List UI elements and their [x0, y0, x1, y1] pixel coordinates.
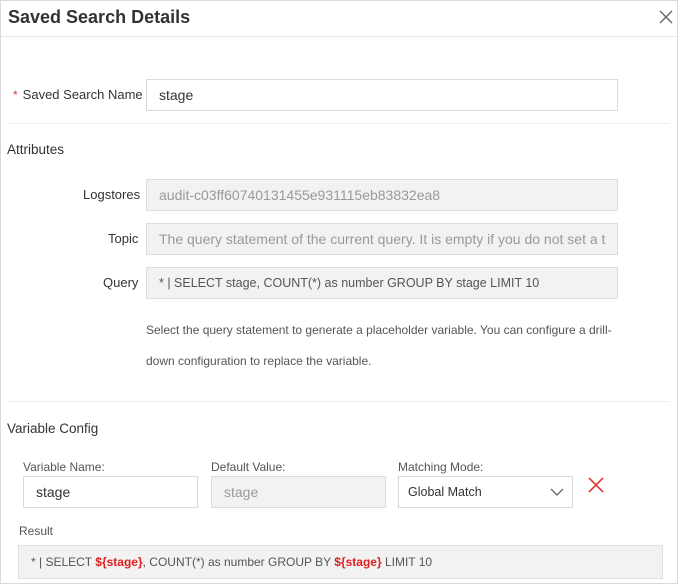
dialog-header: Saved Search Details	[1, 1, 677, 37]
topic-label: Topic	[108, 231, 139, 246]
matching-mode-value: Global Match	[408, 485, 482, 499]
query-helper-text: Select the query statement to generate a…	[146, 323, 612, 368]
close-icon[interactable]	[655, 6, 677, 28]
variable-name-input[interactable]: stage	[23, 476, 198, 508]
result-preview: * | SELECT ${stage}, COUNT(*) as number …	[18, 545, 663, 579]
chevron-down-icon	[550, 488, 564, 496]
result-text: LIMIT 10	[381, 555, 433, 569]
delete-variable-icon[interactable]	[586, 475, 606, 495]
matching-mode-label: Matching Mode:	[398, 460, 484, 474]
topic-field: The query statement of the current query…	[146, 223, 618, 255]
matching-mode-select[interactable]: Global Match	[398, 476, 573, 508]
result-variable-token: ${stage}	[334, 555, 382, 569]
logstores-label: Logstores	[83, 187, 141, 202]
default-value-label: Default Value:	[211, 460, 286, 474]
variable-name-label: Variable Name:	[23, 460, 105, 474]
variable-config-section-title: Variable Config	[7, 421, 99, 436]
saved-search-name-label: * Saved Search Name	[13, 87, 143, 102]
attributes-section-title: Attributes	[7, 142, 65, 157]
saved-search-details-dialog: Saved Search Details * Saved Search Name …	[0, 0, 678, 584]
saved-search-name-input[interactable]: stage	[146, 79, 618, 111]
divider	[8, 401, 670, 402]
dialog-title: Saved Search Details	[8, 7, 191, 27]
query-label: Query	[103, 275, 139, 290]
divider	[8, 123, 670, 124]
result-text: , COUNT(*) as number GROUP BY	[142, 555, 335, 569]
default-value-input[interactable]: stage	[211, 476, 386, 508]
logstores-field: audit-c03ff60740131455e931115eb83832ea8	[146, 179, 618, 211]
query-field[interactable]: * | SELECT stage, COUNT(*) as number GRO…	[146, 267, 618, 299]
required-mark: *	[13, 88, 18, 102]
saved-search-name-label-text: Saved Search Name	[22, 87, 143, 102]
result-variable-token: ${stage}	[95, 555, 143, 569]
result-label: Result	[19, 524, 54, 538]
result-text: * | SELECT	[31, 555, 96, 569]
